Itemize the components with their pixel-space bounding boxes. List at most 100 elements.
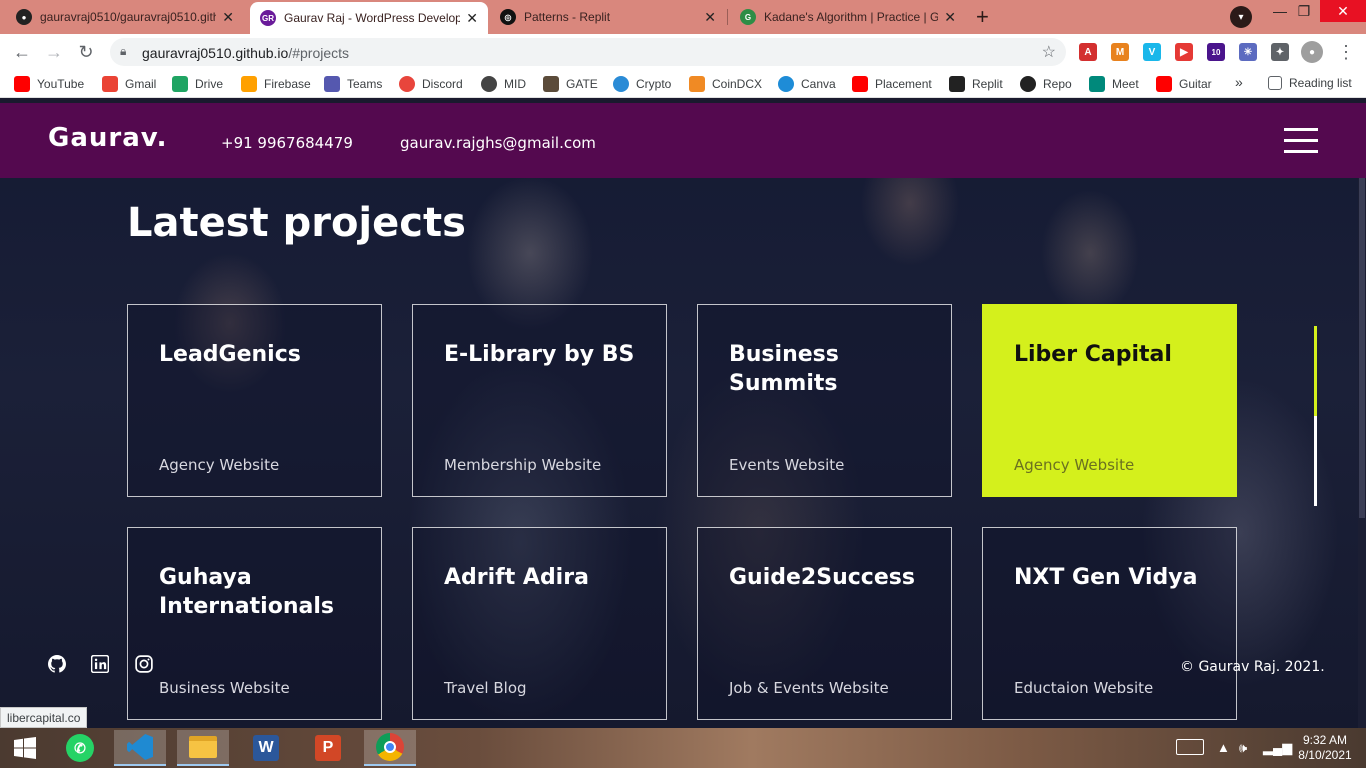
bookmark-label: YouTube (37, 77, 85, 91)
extensions-puzzle-icon[interactable]: ✦ (1271, 43, 1289, 61)
video-extension-icon[interactable]: ▶ (1175, 43, 1193, 61)
bookmark-gate[interactable]: GATE (543, 76, 598, 92)
header-phone[interactable]: +91 9967684479 (221, 134, 353, 152)
keyboard-icon[interactable] (1176, 739, 1204, 758)
forward-button[interactable]: → (42, 40, 66, 64)
vscode-icon[interactable] (114, 730, 166, 766)
extension-badge: 10 (1211, 47, 1221, 57)
sparkle-extension-icon[interactable]: ✳ (1239, 43, 1257, 61)
tab-github[interactable]: ● gauravraj0510/gauravraj0510.gith ✕ (6, 2, 244, 32)
show-hidden-icons[interactable]: ▲ (1217, 740, 1230, 755)
tab-close-icon[interactable]: ✕ (944, 9, 956, 26)
file-explorer-icon[interactable] (177, 730, 229, 766)
status-bar-url: libercapital.co (0, 707, 88, 728)
site-header: Gaurav. +91 9967684479 gaurav.rajghs@gma… (0, 103, 1366, 178)
bookmark-label: CoinDCX (712, 77, 763, 91)
volume-icon[interactable]: 🕪︎ (1239, 740, 1247, 756)
bookmark-mid[interactable]: MID (481, 76, 526, 92)
tab-title: Kadane's Algorithm | Practice | Geeks (764, 10, 939, 24)
globe-icon (481, 76, 497, 92)
bookmark-teams[interactable]: Teams (324, 76, 382, 92)
tab-close-icon[interactable]: ✕ (466, 10, 478, 27)
bookmark-meet[interactable]: Meet (1089, 76, 1139, 92)
word-icon[interactable]: W (240, 730, 292, 766)
project-card-leadgenics[interactable]: LeadGenics Agency Website (127, 304, 382, 497)
reading-list-button[interactable]: Reading list (1268, 76, 1352, 90)
education-extension-icon[interactable]: 10 (1207, 43, 1225, 61)
linkedin-icon[interactable] (90, 654, 110, 675)
close-window-button[interactable]: ✕ (1320, 0, 1366, 22)
bookmark-firebase[interactable]: Firebase (241, 76, 311, 92)
tab-close-icon[interactable]: ✕ (222, 9, 234, 26)
header-email[interactable]: gaurav.rajghs@gmail.com (400, 134, 596, 152)
project-card-business-summits[interactable]: Business Summits Events Website (697, 304, 952, 497)
profile-avatar[interactable]: ● (1301, 41, 1323, 63)
new-tab-button[interactable]: + (976, 4, 989, 30)
start-button[interactable] (0, 730, 50, 766)
bookmark-label: Crypto (636, 77, 672, 91)
project-subtitle: Eductaion Website (1014, 679, 1154, 697)
project-subtitle: Job & Events Website (729, 679, 889, 697)
bookmark-gmail[interactable]: Gmail (102, 76, 156, 92)
replit-icon: ◎ (500, 9, 516, 25)
crypto-icon (613, 76, 629, 92)
bookmark-placement[interactable]: Placement (852, 76, 932, 92)
project-title: Adrift Adira (444, 565, 589, 590)
pdf-extension-icon[interactable]: A (1079, 43, 1097, 61)
bookmark-label: Meet (1112, 77, 1139, 91)
browser-menu-icon[interactable]: ⋮ (1334, 40, 1358, 64)
system-clock[interactable]: 9:32 AM 8/10/2021 (1290, 733, 1360, 763)
bookmark-coindcx[interactable]: CoinDCX (689, 76, 762, 92)
reload-button[interactable]: ↻ (74, 40, 98, 64)
page-scrollbar[interactable] (1358, 178, 1366, 728)
tab-search-icon[interactable]: ▾ (1230, 6, 1252, 28)
tab-replit[interactable]: ◎ Patterns - Replit ✕ (490, 2, 726, 32)
back-button[interactable]: ← (10, 40, 34, 64)
whatsapp-icon[interactable]: ✆ (54, 730, 106, 766)
project-card-nxt-gen-vidya[interactable]: NXT Gen Vidya Eductaion Website (982, 527, 1237, 720)
github-icon[interactable] (47, 655, 67, 675)
bookmark-discord[interactable]: Discord (399, 76, 463, 92)
bookmark-star-icon[interactable]: ☆ (1042, 42, 1056, 62)
bookmark-crypto[interactable]: Crypto (613, 76, 671, 92)
project-card-liber-capital[interactable]: Liber Capital Agency Website (982, 304, 1237, 497)
vimeo-extension-icon[interactable]: V (1143, 43, 1161, 61)
hamburger-menu-icon[interactable] (1284, 128, 1318, 154)
tab-gfg[interactable]: G Kadane's Algorithm | Practice | Geeks … (730, 2, 966, 32)
youtube-icon (14, 76, 30, 92)
discord-icon (399, 76, 415, 92)
bookmark-label: MID (504, 77, 526, 91)
bookmark-label: Firebase (264, 77, 311, 91)
project-card-adrift-adira[interactable]: Adrift Adira Travel Blog (412, 527, 667, 720)
bookmark-label: Replit (972, 77, 1003, 91)
bookmark-canva[interactable]: Canva (778, 76, 836, 92)
chrome-icon[interactable] (364, 730, 416, 766)
coindcx-icon (689, 76, 705, 92)
bookmark-label: GATE (566, 77, 598, 91)
address-bar[interactable]: 🔒︎ gauravraj0510.github.io/#projects ☆ (110, 38, 1066, 66)
github-icon (1020, 76, 1036, 92)
bookmark-drive[interactable]: Drive (172, 76, 223, 92)
bookmark-label: Repo (1043, 77, 1072, 91)
url-text: gauravraj0510.github.io/#projects (142, 45, 349, 61)
tab-portfolio[interactable]: GR Gaurav Raj - WordPress Developer ✕ (250, 2, 488, 34)
project-subtitle: Business Website (159, 679, 290, 697)
bookmark-youtube[interactable]: YouTube (14, 76, 84, 92)
url-path: /#projects (288, 45, 350, 61)
bookmark-repo[interactable]: Repo (1020, 76, 1072, 92)
project-card-guide2success[interactable]: Guide2Success Job & Events Website (697, 527, 952, 720)
project-card-elibrary[interactable]: E-Library by BS Membership Website (412, 304, 667, 497)
powerpoint-icon[interactable]: P (302, 730, 354, 766)
scrollbar-thumb[interactable] (1359, 178, 1365, 518)
tab-close-icon[interactable]: ✕ (704, 9, 716, 26)
bookmark-label: Drive (195, 77, 224, 91)
network-icon[interactable]: ▂▄▆ (1263, 740, 1292, 756)
instagram-icon[interactable] (134, 655, 154, 675)
bookmark-replit[interactable]: Replit (949, 76, 1003, 92)
bookmarks-overflow-button[interactable]: » (1235, 74, 1243, 90)
site-logo[interactable]: Gaurav. (48, 123, 167, 153)
bookmark-guitar[interactable]: Guitar (1156, 76, 1212, 92)
project-card-guhaya[interactable]: Guhaya Internationals Business Website (127, 527, 382, 720)
metamask-extension-icon[interactable]: M (1111, 43, 1129, 61)
project-title: Business Summits (729, 342, 839, 396)
